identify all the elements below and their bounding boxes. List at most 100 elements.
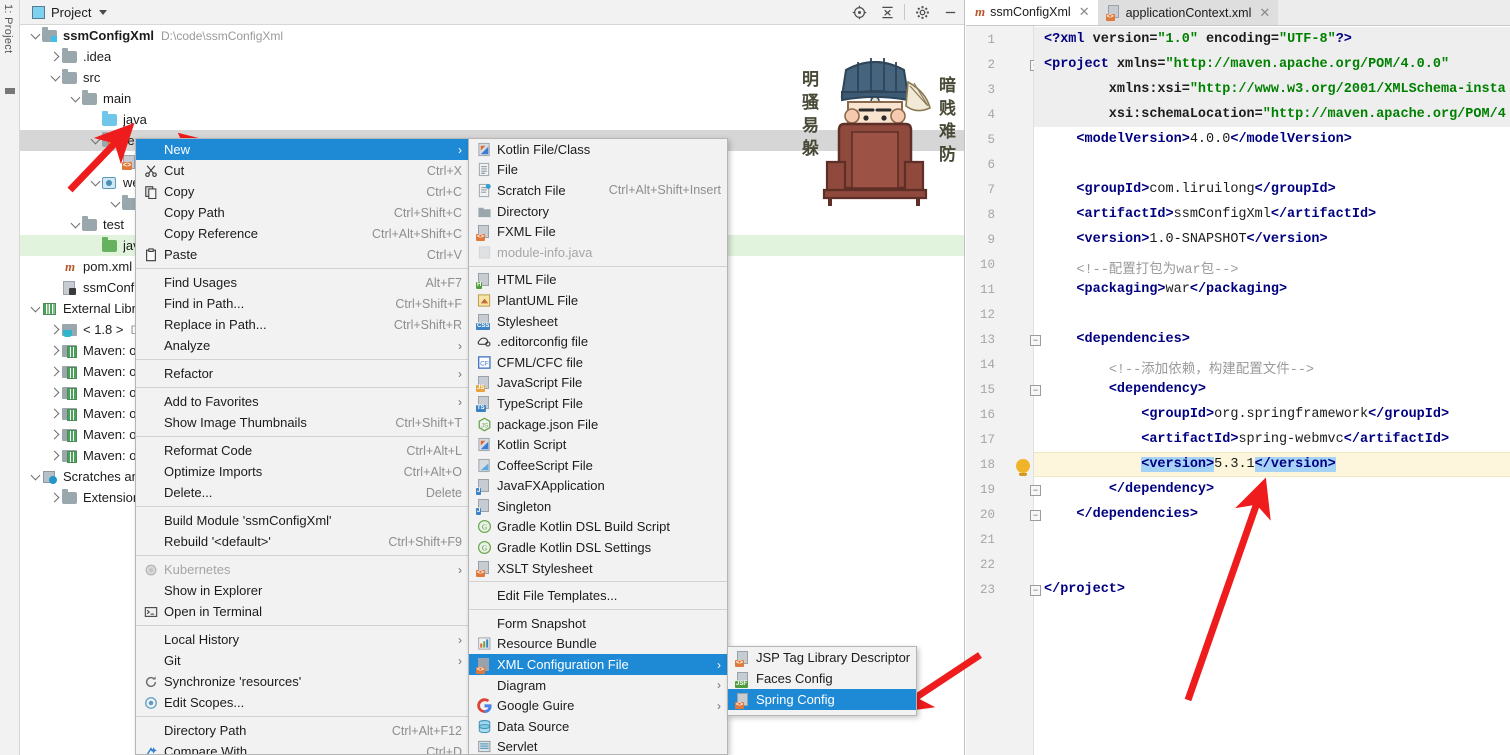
settings-gear-icon[interactable]	[908, 0, 936, 25]
code-fold-toggle[interactable]: −	[1030, 485, 1041, 496]
menu-item-data-source[interactable]: Data Source	[469, 716, 727, 737]
editor-tab-bar[interactable]: m ssmConfigXml ✕ <> applicationContext.xml ✕	[966, 0, 1510, 26]
editor-tab-ssmconfigxml[interactable]: m ssmConfigXml ✕	[966, 0, 1098, 25]
tree-twisty[interactable]	[28, 298, 42, 319]
menu-item-google-guire[interactable]: Google Guire ›	[469, 695, 727, 716]
menu-item-find-usages[interactable]: Find Usages Alt+F7	[136, 272, 468, 293]
menu-item-editorconfig-file[interactable]: .editorconfig file	[469, 331, 727, 352]
project-strip-label[interactable]: 1: Project	[2, 4, 14, 53]
menu-item-coffeescript-file[interactable]: CoffeeScript File	[469, 455, 727, 476]
menu-item-analyze[interactable]: Analyze ›	[136, 335, 468, 356]
menu-item-faces-config[interactable]: JSF Faces Config	[728, 668, 916, 689]
menu-item-local-history[interactable]: Local History ›	[136, 629, 468, 650]
menu-item-edit-file-templates[interactable]: Edit File Templates...	[469, 585, 727, 606]
menu-item-paste[interactable]: Paste Ctrl+V	[136, 244, 468, 265]
minimize-icon[interactable]	[936, 0, 964, 25]
chevron-down-icon[interactable]	[99, 9, 108, 15]
code-line[interactable]	[1044, 557, 1052, 572]
menu-item-form-snapshot[interactable]: Form Snapshot	[469, 613, 727, 634]
menu-item-new[interactable]: New ›	[136, 139, 468, 160]
menu-item-typescript-file[interactable]: TS TypeScript File	[469, 393, 727, 414]
context-menu[interactable]: New › Cut Ctrl+X Copy Ctrl+C Copy Path Ctrl+Shi…	[135, 138, 469, 755]
code-line[interactable]: <packaging>war</packaging>	[1044, 282, 1287, 297]
editor-gutter[interactable]: 12−345678910111213−1415−16171819−20−2122…	[966, 26, 1041, 755]
menu-item-directory[interactable]: Directory	[469, 201, 727, 222]
menu-item-kotlin-file-class[interactable]: Kotlin File/Class	[469, 139, 727, 160]
code-line[interactable]: <artifactId>spring-webmvc</artifactId>	[1044, 432, 1449, 447]
menu-item-delete[interactable]: Delete... Delete	[136, 482, 468, 503]
code-line[interactable]: <groupId>com.liruilong</groupId>	[1044, 182, 1335, 197]
tree-twisty[interactable]	[48, 361, 62, 382]
tree-twisty[interactable]	[48, 403, 62, 424]
tree-twisty[interactable]	[48, 67, 62, 88]
menu-item-file[interactable]: File	[469, 160, 727, 181]
menu-item-copy-path[interactable]: Copy Path Ctrl+Shift+C	[136, 202, 468, 223]
code-line[interactable]: <!--配置打包为war包-->	[1044, 257, 1238, 278]
tree-twisty[interactable]	[48, 46, 62, 67]
tree-node-ssmconfigxml[interactable]: ssmConfigXml D:\code\ssmConfigXml	[20, 25, 964, 46]
tree-twisty[interactable]	[48, 319, 62, 340]
code-fold-toggle[interactable]: −	[1030, 335, 1041, 346]
code-line[interactable]: xmlns:xsi="http://www.w3.org/2001/XMLSch…	[1044, 82, 1506, 97]
menu-item-scratch-file[interactable]: Scratch File Ctrl+Alt+Shift+Insert	[469, 180, 727, 201]
menu-item-synchronize-resources[interactable]: Synchronize 'resources'	[136, 671, 468, 692]
menu-item-html-file[interactable]: H HTML File	[469, 270, 727, 291]
tree-twisty[interactable]	[68, 88, 82, 109]
code-line[interactable]: <modelVersion>4.0.0</modelVersion>	[1044, 132, 1351, 147]
tree-twisty[interactable]	[48, 424, 62, 445]
menu-item-directory-path[interactable]: Directory Path Ctrl+Alt+F12	[136, 720, 468, 741]
menu-item-resource-bundle[interactable]: Resource Bundle	[469, 634, 727, 655]
menu-item-javascript-file[interactable]: JS JavaScript File	[469, 373, 727, 394]
menu-item-copy[interactable]: Copy Ctrl+C	[136, 181, 468, 202]
tree-node-src[interactable]: src	[20, 67, 964, 88]
tree-twisty[interactable]	[28, 466, 42, 487]
code-line[interactable]: <version>1.0-SNAPSHOT</version>	[1044, 232, 1327, 247]
menu-item-add-to-favorites[interactable]: Add to Favorites ›	[136, 391, 468, 412]
xml-configuration-file-submenu[interactable]: <> JSP Tag Library Descriptor JSF Faces Con…	[727, 646, 917, 716]
tree-twisty[interactable]	[48, 340, 62, 361]
code-line[interactable]: </dependencies>	[1044, 507, 1198, 522]
code-line[interactable]: <groupId>org.springframework</groupId>	[1044, 407, 1449, 422]
menu-item-copy-reference[interactable]: Copy Reference Ctrl+Alt+Shift+C	[136, 223, 468, 244]
menu-item-git[interactable]: Git ›	[136, 650, 468, 671]
tree-twisty[interactable]	[28, 25, 42, 46]
tree-node-idea[interactable]: .idea	[20, 46, 964, 67]
menu-item-jsp-tag-library-descriptor[interactable]: <> JSP Tag Library Descriptor	[728, 647, 916, 668]
code-line[interactable]	[1044, 307, 1052, 322]
menu-item-show-in-explorer[interactable]: Show in Explorer	[136, 580, 468, 601]
tree-twisty[interactable]	[88, 172, 102, 193]
menu-item-fxml-file[interactable]: <> FXML File	[469, 221, 727, 242]
tree-twisty[interactable]	[68, 214, 82, 235]
menu-item-servlet[interactable]: Servlet	[469, 737, 727, 754]
menu-item-open-in-terminal[interactable]: Open in Terminal	[136, 601, 468, 622]
code-line[interactable]: </project>	[1044, 582, 1125, 597]
code-line[interactable]: <artifactId>ssmConfigXml</artifactId>	[1044, 207, 1376, 222]
close-icon[interactable]: ✕	[1079, 4, 1090, 20]
close-icon[interactable]: ✕	[1259, 5, 1270, 21]
new-submenu[interactable]: Kotlin File/Class File Scratch File Ctrl+Al…	[468, 138, 728, 755]
code-fold-toggle[interactable]: −	[1030, 385, 1041, 396]
menu-item-xslt-stylesheet[interactable]: <> XSLT Stylesheet	[469, 558, 727, 579]
menu-item-cut[interactable]: Cut Ctrl+X	[136, 160, 468, 181]
menu-item-stylesheet[interactable]: CSS Stylesheet	[469, 311, 727, 332]
code-line[interactable]: <version>5.3.1</version>	[1044, 457, 1336, 472]
tree-twisty[interactable]	[108, 193, 122, 214]
code-line[interactable]: </dependency>	[1044, 482, 1214, 497]
code-line[interactable]	[1044, 157, 1052, 172]
code-line[interactable]: <!--添加依赖，构建配置文件-->	[1044, 357, 1314, 378]
editor-tab-applicationcontext-xml[interactable]: <> applicationContext.xml ✕	[1097, 0, 1279, 25]
menu-item-cfml-cfc-file[interactable]: CF CFML/CFC file	[469, 352, 727, 373]
code-line[interactable]: <project xmlns="http://maven.apache.org/…	[1044, 57, 1449, 72]
tree-twisty[interactable]	[48, 445, 62, 466]
code-line[interactable]: <dependencies>	[1044, 332, 1189, 347]
menu-item-compare-with[interactable]: Compare With... Ctrl+D	[136, 741, 468, 754]
menu-item-singleton[interactable]: J Singleton	[469, 496, 727, 517]
menu-item-find-in-path[interactable]: Find in Path... Ctrl+Shift+F	[136, 293, 468, 314]
menu-item-show-image-thumbnails[interactable]: Show Image Thumbnails Ctrl+Shift+T	[136, 412, 468, 433]
tree-node-main[interactable]: main	[20, 88, 964, 109]
menu-item-build-module-ssmconfigxml[interactable]: Build Module 'ssmConfigXml'	[136, 510, 468, 531]
menu-item-replace-in-path[interactable]: Replace in Path... Ctrl+Shift+R	[136, 314, 468, 335]
menu-item-edit-scopes[interactable]: Edit Scopes...	[136, 692, 468, 713]
code-line[interactable]	[1044, 532, 1052, 547]
menu-item-gradle-kotlin-dsl-settings[interactable]: G Gradle Kotlin DSL Settings	[469, 537, 727, 558]
